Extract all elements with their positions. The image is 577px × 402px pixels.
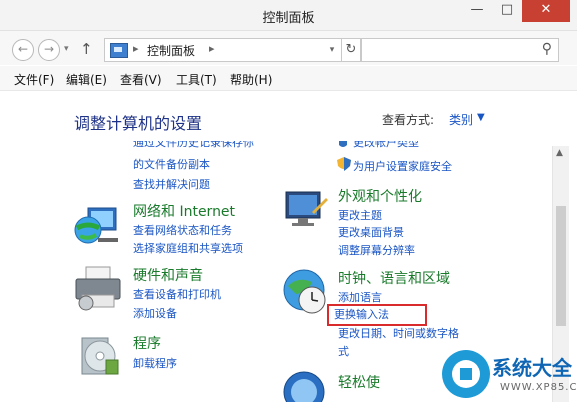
family-safety-link[interactable]: 为用户设置家庭安全 (353, 158, 452, 174)
menu-bar: 文件(F) 编辑(E) 查看(V) 工具(T) 帮助(H) (0, 66, 577, 91)
breadcrumb-separator[interactable]: ▸ (133, 42, 139, 55)
add-device-link[interactable]: 添加设备 (133, 305, 177, 321)
menu-edit[interactable]: 编辑(E) (66, 71, 107, 88)
category-network-title[interactable]: 网络和 Internet (133, 201, 235, 221)
control-panel-icon (110, 43, 128, 58)
chevron-down-icon[interactable]: ▼ (477, 112, 485, 123)
menu-view[interactable]: 查看(V) (120, 71, 162, 88)
forward-button[interactable]: → (38, 39, 60, 61)
refresh-button[interactable]: ↻ (342, 38, 361, 62)
change-theme-link[interactable]: 更改主题 (338, 207, 382, 223)
back-button[interactable]: ← (12, 39, 34, 61)
watermark-url: WWW.XP85.COM (500, 382, 577, 393)
change-date-time-link[interactable]: 更改日期、时间或数字格 (338, 325, 459, 341)
category-ease-of-access-title[interactable]: 轻松使 (338, 372, 380, 392)
change-date-time-link-continued[interactable]: 式 (338, 343, 349, 359)
view-by-dropdown[interactable]: 类别 (449, 111, 473, 128)
watermark: 系统大全 WWW.XP85.COM (440, 346, 577, 402)
scroll-up-icon[interactable]: ▲ (556, 148, 563, 158)
menu-help[interactable]: 帮助(H) (230, 71, 272, 88)
uninstall-program-link[interactable]: 卸载程序 (133, 355, 177, 371)
devices-printers-link[interactable]: 查看设备和打印机 (133, 286, 221, 302)
close-button[interactable]: ✕ (522, 0, 570, 22)
recent-locations-icon[interactable]: ▾ (64, 44, 69, 54)
file-backup-link[interactable]: 的文件备份副本 (133, 156, 210, 172)
troubleshoot-link[interactable]: 查找并解决问题 (133, 176, 210, 192)
category-programs-title[interactable]: 程序 (133, 333, 161, 353)
watermark-text: 系统大全 (492, 356, 572, 380)
appearance-monitor-icon (285, 191, 328, 226)
network-globe-icon (74, 207, 118, 244)
shield-icon (337, 157, 351, 171)
search-input[interactable]: ⚲ (361, 38, 559, 62)
navigation-bar: ← → ▾ ↑ ▸ 控制面板 ▸ ▾ ↻ ⚲ (0, 31, 577, 65)
add-language-link[interactable]: 添加语言 (338, 289, 382, 305)
breadcrumb-separator[interactable]: ▸ (209, 42, 215, 55)
maximize-button[interactable]: □ (492, 0, 522, 22)
title-bar: 控制面板 — □ ✕ (0, 0, 577, 31)
change-desktop-background-link[interactable]: 更改桌面背景 (338, 224, 404, 240)
address-dropdown-icon[interactable]: ▾ (323, 38, 342, 62)
account-type-link-partial[interactable]: 更改帐户类型 (353, 141, 419, 149)
network-status-link[interactable]: 查看网络状态和任务 (133, 222, 232, 238)
highlight-box (327, 304, 427, 326)
ease-of-access-icon (283, 371, 325, 402)
programs-disc-icon (81, 337, 119, 375)
address-bar[interactable]: ▸ 控制面板 ▸ (104, 38, 324, 62)
breadcrumb-control-panel[interactable]: 控制面板 (147, 42, 195, 59)
shield-icon (339, 141, 347, 147)
printer-icon (75, 266, 121, 311)
view-by-label: 查看方式: (382, 113, 435, 127)
homegroup-link[interactable]: 选择家庭组和共享选项 (133, 240, 243, 256)
menu-file[interactable]: 文件(F) (14, 71, 54, 88)
watermark-logo-center (460, 368, 472, 380)
category-hardware-title[interactable]: 硬件和声音 (133, 265, 203, 285)
up-level-button[interactable]: ↑ (80, 40, 93, 58)
screen-resolution-link[interactable]: 调整屏幕分辨率 (338, 242, 415, 258)
minimize-button[interactable]: — (462, 0, 492, 22)
clock-globe-icon (283, 269, 326, 314)
category-appearance-title[interactable]: 外观和个性化 (338, 186, 422, 206)
menu-tools[interactable]: 工具(T) (176, 71, 217, 88)
file-history-link-partial[interactable]: 通过文件历史记录保存你 (133, 141, 254, 149)
search-icon[interactable]: ⚲ (542, 41, 552, 57)
scrollbar-thumb[interactable] (556, 206, 566, 326)
category-clock-title[interactable]: 时钟、语言和区域 (338, 268, 450, 288)
page-title: 调整计算机的设置 (74, 114, 203, 133)
